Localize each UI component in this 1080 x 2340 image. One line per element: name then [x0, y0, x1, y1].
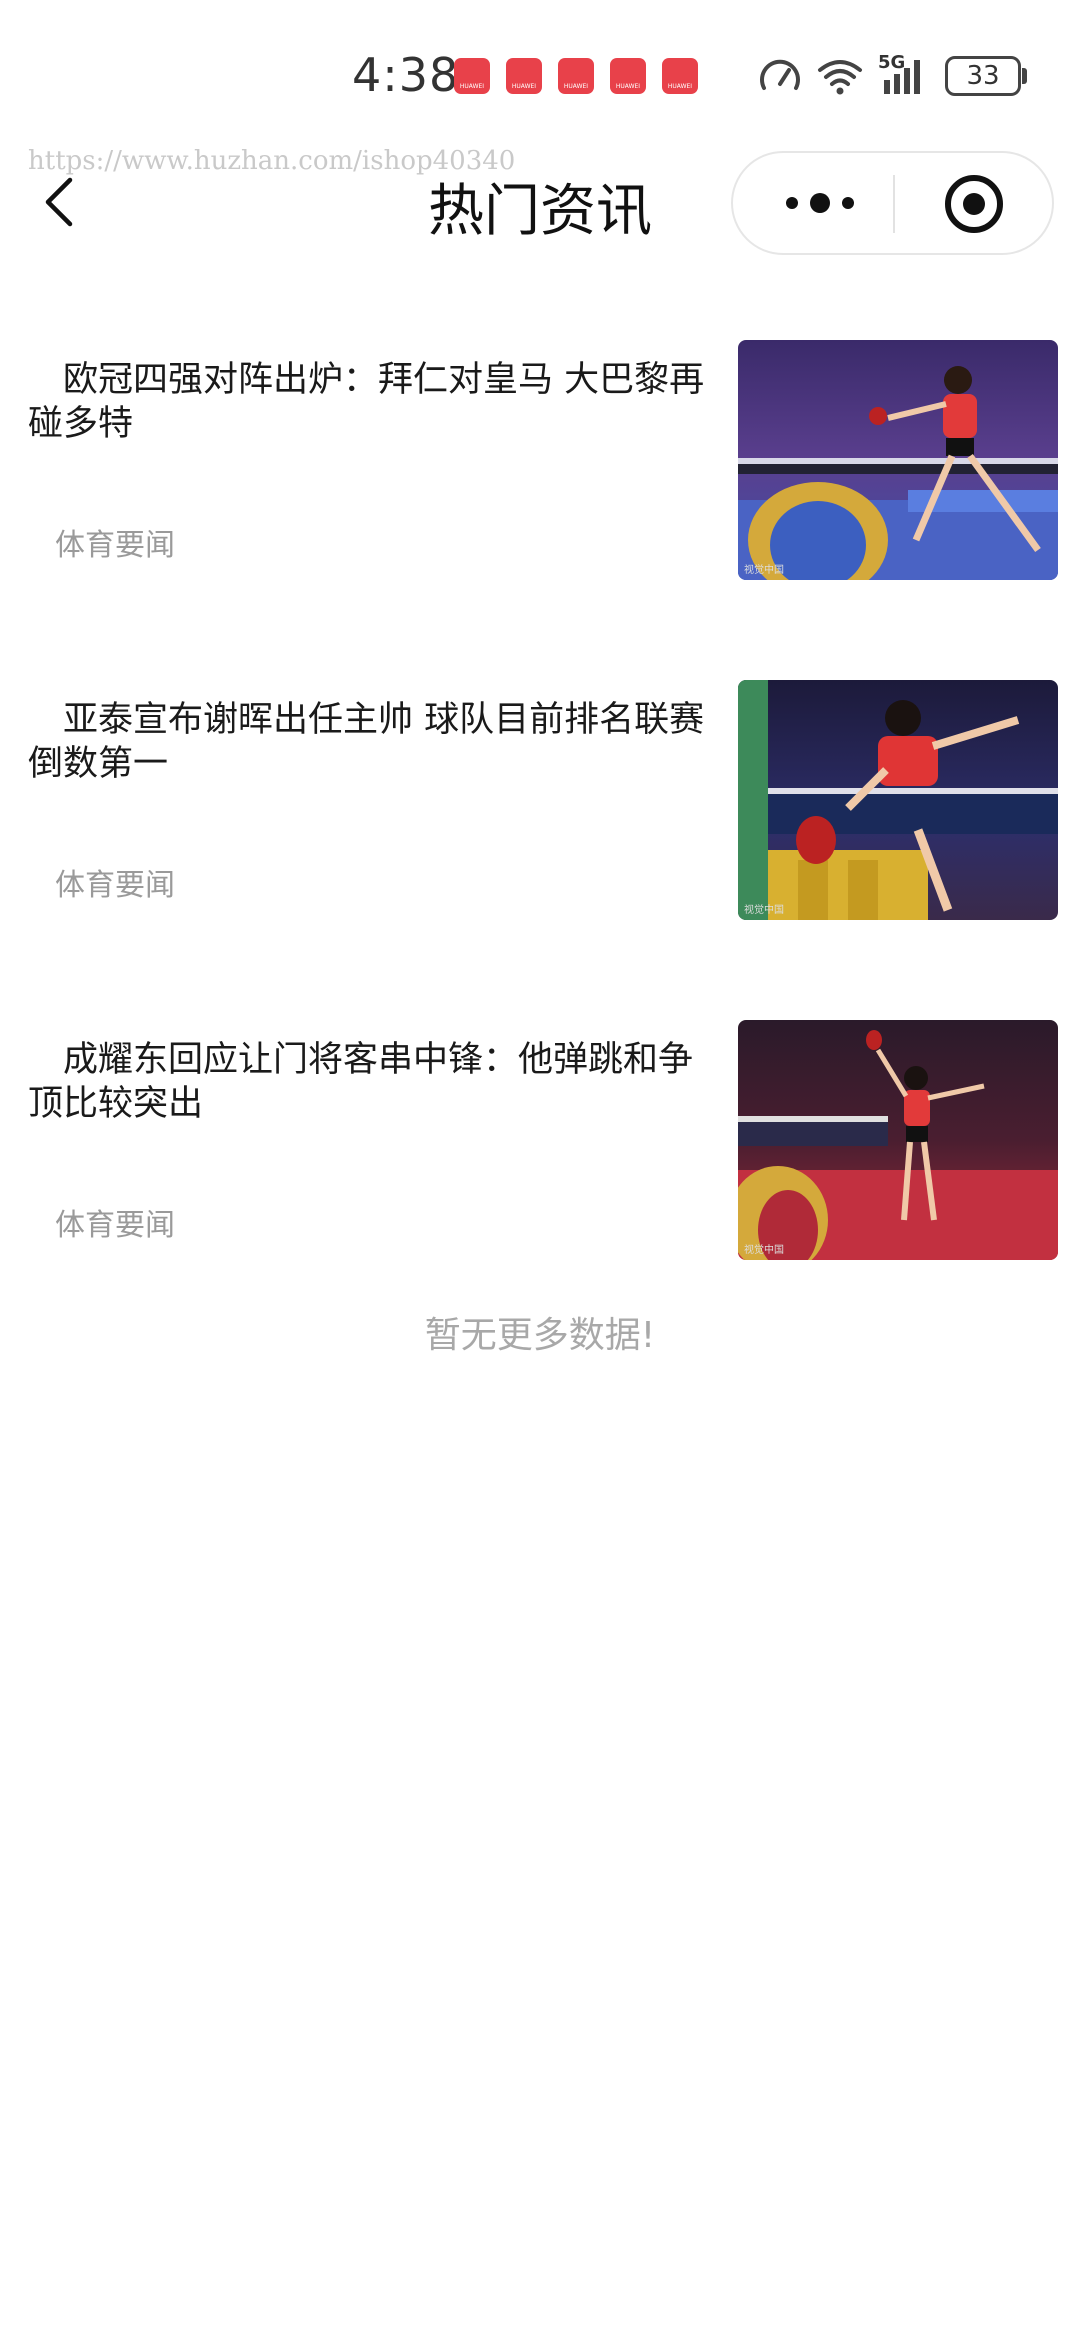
news-title: 欧冠四强对阵出炉：拜仁对皇马 大巴黎再碰多特 [28, 360, 705, 444]
huawei-app-icon: HUAWEI [662, 58, 698, 94]
image-credit: 视觉中国 [744, 1245, 784, 1256]
huawei-app-icon: HUAWEI [454, 58, 490, 94]
chevron-left-icon [45, 177, 73, 227]
system-icons: 5G [758, 52, 938, 96]
news-source: 体育要闻 [55, 1208, 175, 1243]
miniprogram-capsule [731, 151, 1054, 255]
image-credit: 视觉中国 [744, 905, 784, 916]
page-title: 热门资讯 [428, 179, 652, 244]
more-dots-icon [786, 193, 854, 213]
wifi-icon [818, 60, 862, 95]
news-title: 成耀东回应让门将客串中锋：他弹跳和争顶比较突出 [28, 1040, 694, 1124]
huawei-app-icon: HUAWEI [558, 58, 594, 94]
news-thumbnail: 视觉中国 [738, 340, 1058, 580]
capsule-divider [893, 175, 895, 233]
huawei-app-icon: HUAWEI [506, 58, 542, 94]
page: 4:38 HUAWEI HUAWEI HUAWEI HUAWEI HUAWEI … [0, 0, 1080, 2340]
no-more-data-text: 暂无更多数据! [424, 1315, 656, 1356]
notification-icons: HUAWEI HUAWEI HUAWEI HUAWEI HUAWEI [454, 58, 714, 94]
news-source: 体育要闻 [55, 868, 175, 903]
status-time: 4:38 [352, 48, 460, 102]
image-credit: 视觉中国 [744, 565, 784, 576]
signal-5g-icon: 5G [878, 52, 938, 96]
target-close-icon [945, 175, 1003, 233]
huawei-app-icon: HUAWEI [610, 58, 646, 94]
news-item[interactable]: 欧冠四强对阵出炉：拜仁对皇马 大巴黎再碰多特 体育要闻 视觉中国 [0, 340, 1080, 590]
speedometer-icon [760, 59, 800, 90]
back-button[interactable] [40, 172, 80, 232]
news-item[interactable]: 成耀东回应让门将客串中锋：他弹跳和争顶比较突出 体育要闻 视觉中国 [0, 1020, 1080, 1270]
news-item[interactable]: 亚泰宣布谢晖出任主帅 球队目前排名联赛倒数第一 体育要闻 视觉中国 [0, 680, 1080, 930]
news-source: 体育要闻 [55, 528, 175, 563]
status-bar: 4:38 HUAWEI HUAWEI HUAWEI HUAWEI HUAWEI … [0, 0, 1080, 150]
news-title: 亚泰宣布谢晖出任主帅 球队目前排名联赛倒数第一 [28, 700, 705, 784]
battery-indicator: 33 [945, 56, 1021, 96]
news-thumbnail: 视觉中国 [738, 680, 1058, 920]
battery-nub [1022, 68, 1027, 84]
more-button[interactable] [780, 181, 860, 225]
close-miniprogram-button[interactable] [943, 173, 1005, 235]
news-thumbnail: 视觉中国 [738, 1020, 1058, 1260]
